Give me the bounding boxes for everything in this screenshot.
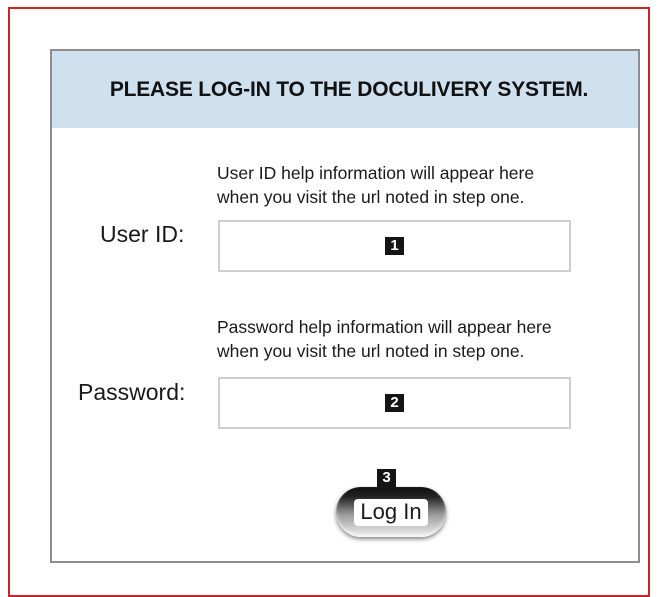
login-button[interactable]: Log In: [336, 487, 446, 537]
user-id-help-line-1: User ID help information will appear her…: [217, 163, 535, 183]
step-1-badge: 1: [385, 237, 404, 255]
login-button-group: 3 Log In: [336, 469, 446, 539]
user-id-help-text: User ID help information will appear her…: [217, 161, 627, 209]
password-help-line-1: Password help information will appear he…: [217, 317, 552, 337]
step-2-badge: 2: [385, 394, 404, 412]
user-id-field[interactable]: 1: [218, 220, 571, 272]
password-help-line-2: when you visit the url noted in step one…: [217, 341, 525, 361]
password-label: Password:: [78, 379, 186, 405]
login-panel: PLEASE LOG-IN TO THE DOCULIVERY SYSTEM. …: [50, 49, 640, 563]
password-help-text: Password help information will appear he…: [217, 315, 627, 363]
panel-header: PLEASE LOG-IN TO THE DOCULIVERY SYSTEM.: [52, 51, 638, 128]
login-button-label: Log In: [354, 498, 428, 526]
user-id-help-line-2: when you visit the url noted in step one…: [217, 187, 525, 207]
password-field[interactable]: 2: [218, 377, 571, 429]
step-3-badge: 3: [377, 469, 396, 487]
outer-frame: PLEASE LOG-IN TO THE DOCULIVERY SYSTEM. …: [8, 7, 650, 597]
user-id-label: User ID:: [100, 221, 185, 247]
page-title: PLEASE LOG-IN TO THE DOCULIVERY SYSTEM.: [109, 77, 589, 101]
